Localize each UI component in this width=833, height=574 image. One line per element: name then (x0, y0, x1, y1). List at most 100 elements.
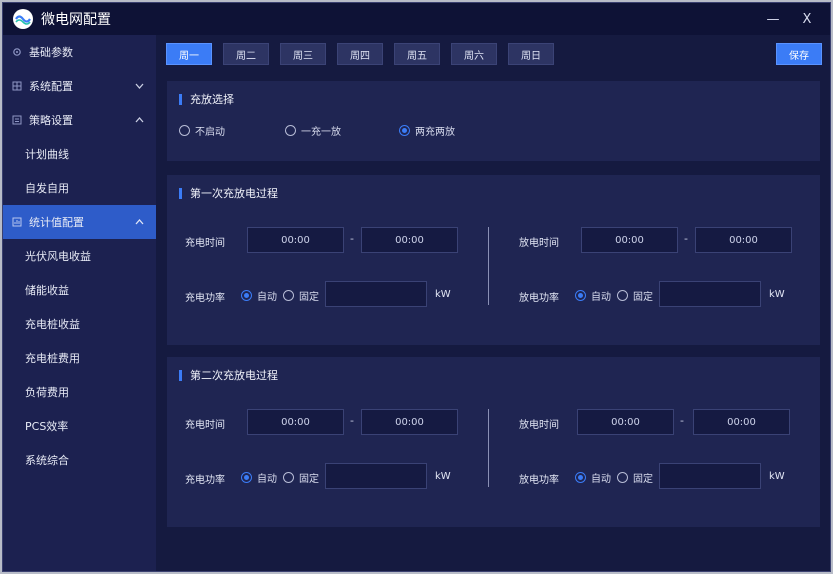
radio-label: 一充一放 (301, 127, 341, 138)
discharge-power-auto-radio[interactable]: 自动 (575, 288, 611, 303)
sidebar-item-label: 储能收益 (25, 284, 69, 297)
discharge-power-label: 放电功率 (519, 475, 559, 486)
title-accent-bar (179, 93, 182, 105)
discharge-time-label: 放电时间 (519, 420, 559, 431)
tab-sunday[interactable]: 周日 (508, 43, 554, 65)
discharge-power-unit: kW (769, 289, 785, 300)
radio-label: 两充两放 (415, 127, 455, 138)
discharge-power-auto-radio[interactable]: 自动 (575, 470, 611, 485)
close-button[interactable]: X (790, 3, 824, 35)
first-process-panel: 第一次充放电过程 充电时间 00:00 - 00:00 放电时间 00:00 -… (167, 175, 820, 345)
discharge-power-label: 放电功率 (519, 293, 559, 304)
charge-power-label: 充电功率 (185, 293, 225, 304)
radio-label: 自动 (257, 474, 277, 485)
charge-power-auto-radio[interactable]: 自动 (241, 470, 277, 485)
sidebar-item-system-overall[interactable]: 系统综合 (3, 443, 156, 477)
radio-circle-icon (283, 290, 294, 301)
radio-not-start[interactable]: 不启动 (179, 123, 225, 138)
second-process-panel: 第二次充放电过程 充电时间 00:00 - 00:00 放电时间 00:00 -… (167, 357, 820, 527)
radio-selected-icon (241, 472, 252, 483)
discharge-start-input[interactable]: 00:00 (581, 227, 678, 253)
radio-one-charge-one-discharge[interactable]: 一充一放 (285, 123, 341, 138)
sidebar-item-label: 充电桩收益 (25, 318, 80, 331)
sidebar-item-charger-cost[interactable]: 充电桩费用 (3, 341, 156, 375)
divider (488, 227, 489, 305)
tab-saturday[interactable]: 周六 (451, 43, 497, 65)
sidebar-item-charger-revenue[interactable]: 充电桩收益 (3, 307, 156, 341)
app-logo-icon (13, 9, 33, 29)
list-icon (11, 114, 23, 126)
sidebar-item-load-cost[interactable]: 负荷费用 (3, 375, 156, 409)
tab-thursday[interactable]: 周四 (337, 43, 383, 65)
sidebar-item-label: 充电桩费用 (25, 352, 80, 365)
charge-end-input[interactable]: 00:00 (361, 409, 458, 435)
panel-title-text: 第一次充放电过程 (190, 187, 278, 200)
radio-selected-icon (575, 472, 586, 483)
sidebar-item-system-config[interactable]: 系统配置 (3, 69, 156, 103)
charge-end-input[interactable]: 00:00 (361, 227, 458, 253)
discharge-end-input[interactable]: 00:00 (693, 409, 790, 435)
radio-label: 不启动 (195, 127, 225, 138)
dash-separator: - (350, 414, 354, 427)
sidebar-item-label: 统计值配置 (29, 216, 84, 229)
charge-power-input[interactable] (325, 281, 427, 307)
grid-icon (11, 80, 23, 92)
dash-separator: - (680, 414, 684, 427)
chevron-up-icon (135, 205, 144, 239)
sidebar-item-pcs-efficiency[interactable]: PCS效率 (3, 409, 156, 443)
radio-circle-icon (285, 125, 296, 136)
charge-start-input[interactable]: 00:00 (247, 409, 344, 435)
radio-selected-icon (399, 125, 410, 136)
panel-title: 充放选择 (179, 91, 234, 107)
tab-tuesday[interactable]: 周二 (223, 43, 269, 65)
sidebar-item-plan-curve[interactable]: 计划曲线 (3, 137, 156, 171)
radio-label: 固定 (633, 292, 653, 303)
radio-two-charge-two-discharge[interactable]: 两充两放 (399, 123, 455, 138)
sidebar-item-pv-wind-revenue[interactable]: 光伏风电收益 (3, 239, 156, 273)
discharge-power-fixed-radio[interactable]: 固定 (617, 288, 653, 303)
sidebar-item-strategy[interactable]: 策略设置 (3, 103, 156, 137)
chevron-up-icon (135, 103, 144, 137)
sidebar: 基础参数 系统配置 策略设置 计划曲线 自发自用 统计值配置 光伏风电收益 储能… (3, 35, 156, 571)
save-button[interactable]: 保存 (776, 43, 822, 65)
dash-separator: - (350, 232, 354, 245)
sidebar-item-statistics[interactable]: 统计值配置 (3, 205, 156, 239)
title-bar[interactable]: 微电网配置 — X (3, 3, 830, 35)
tab-wednesday[interactable]: 周三 (280, 43, 326, 65)
discharge-start-input[interactable]: 00:00 (577, 409, 674, 435)
radio-circle-icon (617, 290, 628, 301)
sidebar-item-storage-revenue[interactable]: 储能收益 (3, 273, 156, 307)
sidebar-item-basic-params[interactable]: 基础参数 (3, 35, 156, 69)
radio-circle-icon (179, 125, 190, 136)
radio-circle-icon (617, 472, 628, 483)
discharge-power-unit: kW (769, 471, 785, 482)
charge-power-label: 充电功率 (185, 475, 225, 486)
discharge-power-fixed-radio[interactable]: 固定 (617, 470, 653, 485)
discharge-power-input[interactable] (659, 281, 761, 307)
gear-icon (11, 46, 23, 58)
charge-power-auto-radio[interactable]: 自动 (241, 288, 277, 303)
discharge-time-label: 放电时间 (519, 238, 559, 249)
divider (488, 409, 489, 487)
charge-power-unit: kW (435, 471, 451, 482)
radio-selected-icon (241, 290, 252, 301)
radio-label: 固定 (299, 292, 319, 303)
minimize-button[interactable]: — (756, 3, 790, 35)
panel-title: 第二次充放电过程 (179, 367, 278, 383)
dash-separator: - (684, 232, 688, 245)
title-accent-bar (179, 369, 182, 381)
sidebar-item-self-use[interactable]: 自发自用 (3, 171, 156, 205)
window-title: 微电网配置 (41, 12, 111, 28)
sidebar-item-label: 系统配置 (29, 80, 73, 93)
sidebar-item-label: 光伏风电收益 (25, 250, 91, 263)
day-tab-bar: 周一 周二 周三 周四 周五 周六 周日 保存 (166, 43, 822, 67)
discharge-end-input[interactable]: 00:00 (695, 227, 792, 253)
charge-power-fixed-radio[interactable]: 固定 (283, 470, 319, 485)
charge-start-input[interactable]: 00:00 (247, 227, 344, 253)
charge-power-input[interactable] (325, 463, 427, 489)
tab-monday[interactable]: 周一 (166, 43, 212, 65)
tab-friday[interactable]: 周五 (394, 43, 440, 65)
radio-label: 自动 (591, 474, 611, 485)
discharge-power-input[interactable] (659, 463, 761, 489)
charge-power-fixed-radio[interactable]: 固定 (283, 288, 319, 303)
